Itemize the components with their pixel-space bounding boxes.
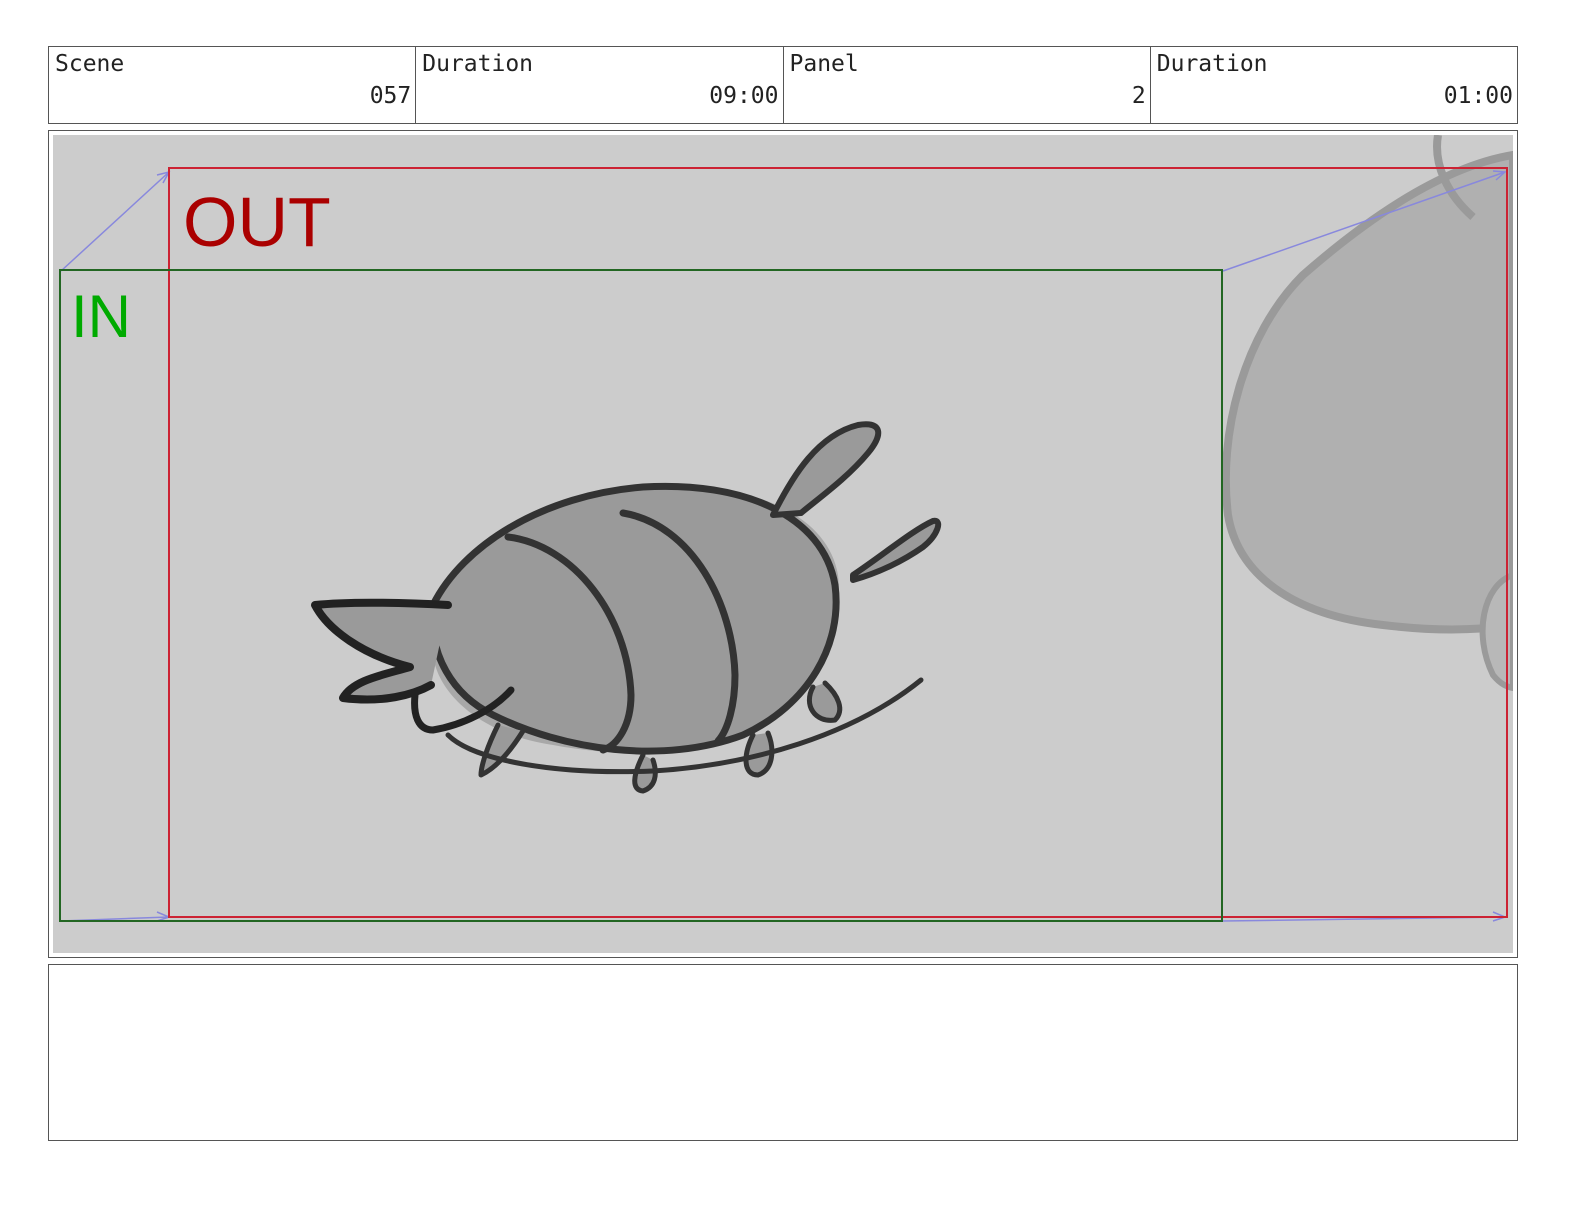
out-frame-label: OUT [183, 183, 331, 261]
scene-label: Scene [55, 51, 125, 77]
scene-duration-label: Duration [422, 51, 534, 77]
scene-cell: Scene 057 [49, 47, 417, 123]
panel-duration-value: 01:00 [1443, 83, 1513, 109]
in-frame-label: IN [71, 283, 131, 350]
panel-value: 2 [1131, 83, 1146, 109]
panel-label: Panel [789, 51, 859, 77]
background-creature [1221, 135, 1513, 692]
character-sketch [311, 421, 942, 794]
scene-value: 057 [369, 83, 412, 109]
storyboard-frame: OUT IN [48, 130, 1518, 958]
panel-duration-label: Duration [1156, 51, 1268, 77]
scene-duration-value: 09:00 [709, 83, 779, 109]
panel-notes-area[interactable] [48, 964, 1518, 1141]
panel-header: Scene 057 Duration 09:00 Panel 2 Duratio… [48, 46, 1518, 124]
scene-duration-cell: Duration 09:00 [416, 47, 784, 123]
panel-canvas: OUT IN [53, 135, 1513, 953]
panel-duration-cell: Duration 01:00 [1151, 47, 1517, 123]
panel-cell: Panel 2 [784, 47, 1151, 123]
